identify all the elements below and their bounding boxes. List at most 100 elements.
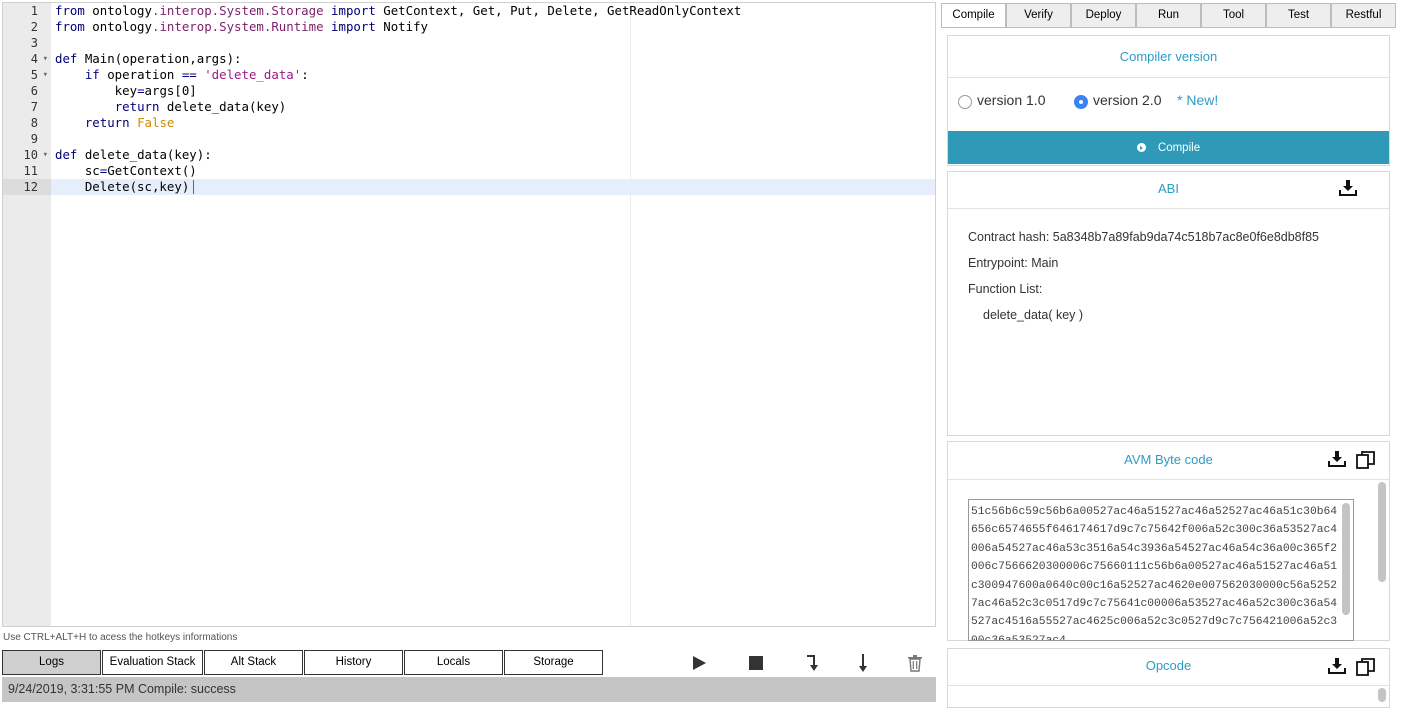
code-line[interactable]: 12 Delete(sc,key) xyxy=(3,179,935,195)
compile-button[interactable]: Compile xyxy=(948,131,1389,164)
line-number: 5 xyxy=(30,68,38,82)
stop-icon[interactable] xyxy=(743,650,769,676)
download-icon[interactable] xyxy=(1328,450,1346,472)
bytecode-scrollbar[interactable] xyxy=(1342,503,1350,615)
code-token: .interop.System.Runtime xyxy=(151,19,324,34)
code-token: return xyxy=(84,115,130,130)
code-line[interactable]: 10 ▾ def delete_data(key): xyxy=(3,147,935,163)
tab-logs[interactable]: Logs xyxy=(2,650,101,675)
function-item: delete_data( key ) xyxy=(983,308,1084,322)
copy-icon[interactable] xyxy=(1356,658,1375,681)
code-token: GetContext, Get, Put, Delete, GetReadOnl… xyxy=(375,3,742,18)
line-number: 8 xyxy=(30,116,38,130)
new-badge: * New! xyxy=(1177,92,1219,108)
tab-test[interactable]: Test xyxy=(1266,3,1331,28)
code-token: from xyxy=(55,19,85,34)
code-text: return False xyxy=(55,115,175,131)
code-token: args[0] xyxy=(144,83,197,98)
play-circle-icon xyxy=(1136,143,1146,152)
line-number: 2 xyxy=(30,20,38,34)
fold-arrow-icon[interactable]: ▾ xyxy=(43,147,48,163)
code-text: Delete(sc,key) xyxy=(55,179,195,195)
tab-run[interactable]: Run xyxy=(1136,3,1201,28)
code-token: import xyxy=(331,3,376,18)
line-number: 7 xyxy=(30,100,38,114)
line-number: 4 xyxy=(30,52,38,66)
trash-icon[interactable] xyxy=(902,650,928,676)
step-into-icon[interactable] xyxy=(850,650,876,676)
code-line[interactable]: 4 ▾ def Main(operation,args): xyxy=(3,51,935,67)
code-line[interactable]: 1 from ontology.interop.System.Storage im… xyxy=(3,3,935,19)
code-token: == xyxy=(181,67,197,82)
tab-compile[interactable]: Compile xyxy=(941,3,1006,28)
code-token: Main(operation,args): xyxy=(77,51,242,66)
tab-locals[interactable]: Locals xyxy=(404,650,503,675)
fold-arrow-icon[interactable]: ▾ xyxy=(43,67,48,83)
tab-verify[interactable]: Verify xyxy=(1006,3,1071,28)
version-1-label[interactable]: version 1.0 xyxy=(977,92,1045,108)
bytecode-textarea[interactable]: 51c56b6c59c56b6a00527ac46a51527ac46a5252… xyxy=(968,499,1354,641)
version-2-label[interactable]: version 2.0 xyxy=(1093,92,1161,108)
fold-arrow-icon[interactable]: ▾ xyxy=(43,51,48,67)
log-output: 9/24/2019, 3:31:55 PM Compile: success xyxy=(2,677,936,702)
code-line[interactable]: 8 return False xyxy=(3,115,935,131)
download-icon[interactable] xyxy=(1328,657,1346,679)
debug-tabs: Logs Evaluation Stack Alt Stack History … xyxy=(2,650,603,675)
code-line[interactable]: 6 key=args[0] xyxy=(3,83,935,99)
tab-history[interactable]: History xyxy=(304,650,403,675)
tab-deploy[interactable]: Deploy xyxy=(1071,3,1136,28)
code-line[interactable]: 9 xyxy=(3,131,935,147)
code-token: 'delete_data' xyxy=(204,67,302,82)
abi-card: ABI xyxy=(947,171,1390,436)
tab-alt-stack[interactable]: Alt Stack xyxy=(204,650,303,675)
code-token: .interop.System.Storage xyxy=(151,3,324,18)
opcode-card-scrollbar[interactable] xyxy=(1378,688,1386,702)
tab-storage[interactable]: Storage xyxy=(504,650,603,675)
avm-card-scrollbar[interactable] xyxy=(1378,482,1386,582)
debug-controls xyxy=(686,650,931,676)
code-line[interactable]: 2 from ontology.interop.System.Runtime im… xyxy=(3,19,935,35)
compile-button-label: Compile xyxy=(1157,141,1201,154)
code-line[interactable]: 5 ▾ if operation == 'delete_data': xyxy=(3,67,935,83)
code-token: = xyxy=(137,83,145,98)
code-token: def xyxy=(55,51,78,66)
code-text: sc=GetContext() xyxy=(55,163,197,179)
code-line[interactable]: 11 sc=GetContext() xyxy=(3,163,935,179)
play-icon[interactable] xyxy=(686,650,712,676)
abi-title: ABI xyxy=(948,172,1389,209)
line-number-cell: 3 xyxy=(3,35,51,51)
code-token: GetContext() xyxy=(107,163,197,178)
code-token: : xyxy=(301,67,309,82)
code-line[interactable]: 3 xyxy=(3,35,935,51)
code-text: def Main(operation,args): xyxy=(55,51,242,67)
step-over-icon[interactable] xyxy=(799,650,825,676)
code-token: return xyxy=(114,99,160,114)
line-number-cell: 2 xyxy=(3,19,51,35)
code-token: from xyxy=(55,3,85,18)
line-number: 10 xyxy=(23,148,38,162)
code-text: key=args[0] xyxy=(55,83,197,99)
function-list-label: Function List: xyxy=(968,282,1043,296)
tab-tool[interactable]: Tool xyxy=(1201,3,1266,28)
tab-restful[interactable]: Restful xyxy=(1331,3,1396,28)
version-1-radio[interactable] xyxy=(958,95,972,109)
code-token: Notify xyxy=(375,19,429,34)
code-editor[interactable]: 1 from ontology.interop.System.Storage im… xyxy=(2,2,936,627)
tab-evaluation-stack[interactable]: Evaluation Stack xyxy=(102,650,203,675)
version-2-radio[interactable] xyxy=(1074,95,1088,109)
code-token: Delete(sc,key) xyxy=(55,179,190,194)
code-line[interactable]: 7 return delete_data(key) xyxy=(3,99,935,115)
copy-icon[interactable] xyxy=(1356,451,1375,474)
code-token: delete_data(key) xyxy=(159,99,287,114)
download-icon[interactable] xyxy=(1339,179,1357,201)
log-message: 9/24/2019, 3:31:55 PM Compile: success xyxy=(8,682,236,696)
code-token: ontology xyxy=(84,19,152,34)
line-number: 1 xyxy=(30,4,38,18)
line-number-cell: 11 xyxy=(3,163,51,179)
code-token: sc xyxy=(55,163,100,178)
code-token: delete_data(key): xyxy=(77,147,212,162)
